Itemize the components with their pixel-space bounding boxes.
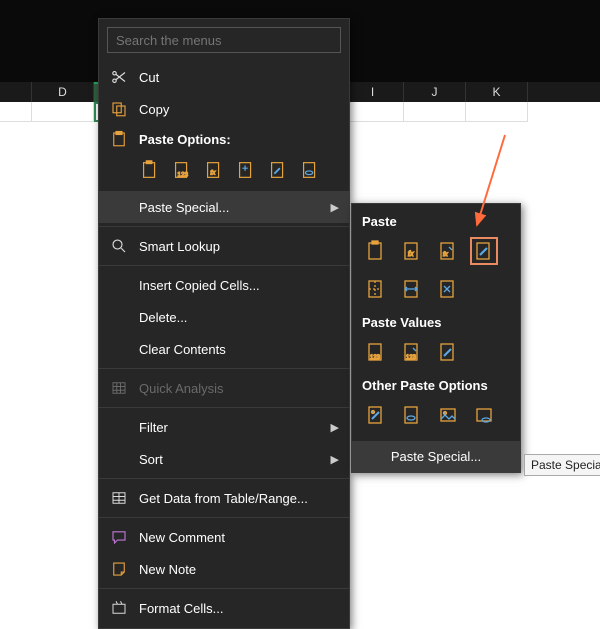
separator	[99, 226, 349, 227]
sub-values-num[interactable]: 123	[398, 338, 426, 366]
menu-quick-analysis: Quick Analysis	[99, 372, 349, 404]
paste-options-label: Paste Options:	[139, 132, 339, 147]
submenu-other-row	[352, 399, 520, 437]
paste-opt-transpose[interactable]	[233, 157, 259, 183]
quick-analysis-icon	[109, 378, 129, 398]
sub-paste[interactable]	[362, 237, 390, 265]
col-K[interactable]: K	[466, 82, 528, 102]
sub-paste-formulas[interactable]: fx	[398, 237, 426, 265]
menu-delete[interactable]: Delete...	[99, 301, 349, 333]
separator	[99, 265, 349, 266]
svg-text:fx: fx	[210, 170, 216, 177]
sub-paste-keep-source-formatting[interactable]	[470, 237, 498, 265]
menu-search-input[interactable]	[107, 27, 341, 53]
menu-sort[interactable]: Sort ▶	[99, 443, 349, 475]
sub-paste-formulas-num[interactable]: fx	[434, 237, 462, 265]
submenu-values-row: 123 123	[352, 336, 520, 374]
col-D[interactable]: D	[32, 82, 94, 102]
submenu-other-header: Other Paste Options	[352, 374, 520, 399]
sub-values-source-fmt[interactable]	[434, 338, 462, 366]
menu-insert-copied-cells[interactable]: Insert Copied Cells...	[99, 269, 349, 301]
context-menu: Cut Copy Paste Options: 123 fx Paste Spe…	[98, 18, 350, 629]
col-J[interactable]: J	[404, 82, 466, 102]
sub-other-picture[interactable]	[434, 401, 462, 429]
sub-other-linked-picture[interactable]	[470, 401, 498, 429]
menu-paste-special[interactable]: Paste Special... ▶	[99, 191, 349, 223]
paste-opt-link[interactable]	[297, 157, 323, 183]
clipboard-icon	[109, 129, 129, 149]
paste-opt-values[interactable]: 123	[169, 157, 195, 183]
chevron-right-icon: ▶	[331, 421, 339, 434]
submenu-values-header: Paste Values	[352, 311, 520, 336]
menu-copy-label: Copy	[139, 102, 339, 117]
sub-values[interactable]: 123	[362, 338, 390, 366]
scissors-icon	[109, 67, 129, 87]
sub-other-formatting[interactable]	[362, 401, 390, 429]
sub-paste-keep-width[interactable]	[398, 275, 426, 303]
paste-opt-formulas[interactable]: fx	[201, 157, 227, 183]
menu-format-cells[interactable]: Format Cells...	[99, 592, 349, 624]
chevron-right-icon: ▶	[331, 201, 339, 214]
paste-special-submenu: Paste fx fx Paste Values 123 123 Other P…	[351, 203, 521, 473]
format-cells-icon	[109, 598, 129, 618]
menu-paste-special-label: Paste Special...	[139, 200, 321, 215]
menu-cut[interactable]: Cut	[99, 61, 349, 93]
separator	[99, 478, 349, 479]
menu-smart-lookup[interactable]: Smart Lookup	[99, 230, 349, 262]
paste-opt-paste[interactable]	[137, 157, 163, 183]
chevron-right-icon: ▶	[331, 453, 339, 466]
separator	[99, 368, 349, 369]
menu-filter[interactable]: Filter ▶	[99, 411, 349, 443]
menu-new-comment[interactable]: New Comment	[99, 521, 349, 553]
separator	[99, 407, 349, 408]
menu-get-data[interactable]: Get Data from Table/Range...	[99, 482, 349, 514]
svg-text:123: 123	[370, 355, 381, 361]
table-icon	[109, 488, 129, 508]
submenu-paste-row2	[352, 273, 520, 311]
sub-paste-no-borders[interactable]	[362, 275, 390, 303]
menu-new-note[interactable]: New Note	[99, 553, 349, 585]
rowcol-corner[interactable]	[0, 82, 32, 102]
sub-other-link[interactable]	[398, 401, 426, 429]
menu-copy[interactable]: Copy	[99, 93, 349, 125]
col-I[interactable]: I	[342, 82, 404, 102]
copy-icon	[109, 99, 129, 119]
paste-options-row: 123 fx	[99, 153, 349, 191]
svg-text:123: 123	[406, 355, 417, 361]
comment-icon	[109, 527, 129, 547]
menu-cut-label: Cut	[139, 70, 339, 85]
svg-text:123: 123	[177, 171, 188, 178]
submenu-paste-header: Paste	[352, 210, 520, 235]
note-icon	[109, 559, 129, 579]
submenu-paste-special-footer[interactable]: Paste Special...	[352, 441, 520, 472]
search-icon	[109, 236, 129, 256]
menu-paste-options-header: Paste Options:	[99, 125, 349, 153]
svg-text:fx: fx	[443, 252, 449, 258]
submenu-paste-row1: fx fx	[352, 235, 520, 273]
paste-opt-formatting[interactable]	[265, 157, 291, 183]
sub-paste-transpose[interactable]	[434, 275, 462, 303]
menu-clear-contents[interactable]: Clear Contents	[99, 333, 349, 365]
separator	[99, 588, 349, 589]
separator	[99, 517, 349, 518]
svg-text:fx: fx	[408, 251, 414, 258]
menu-smart-lookup-label: Smart Lookup	[139, 239, 339, 254]
tooltip: Paste Special (	[524, 454, 600, 476]
